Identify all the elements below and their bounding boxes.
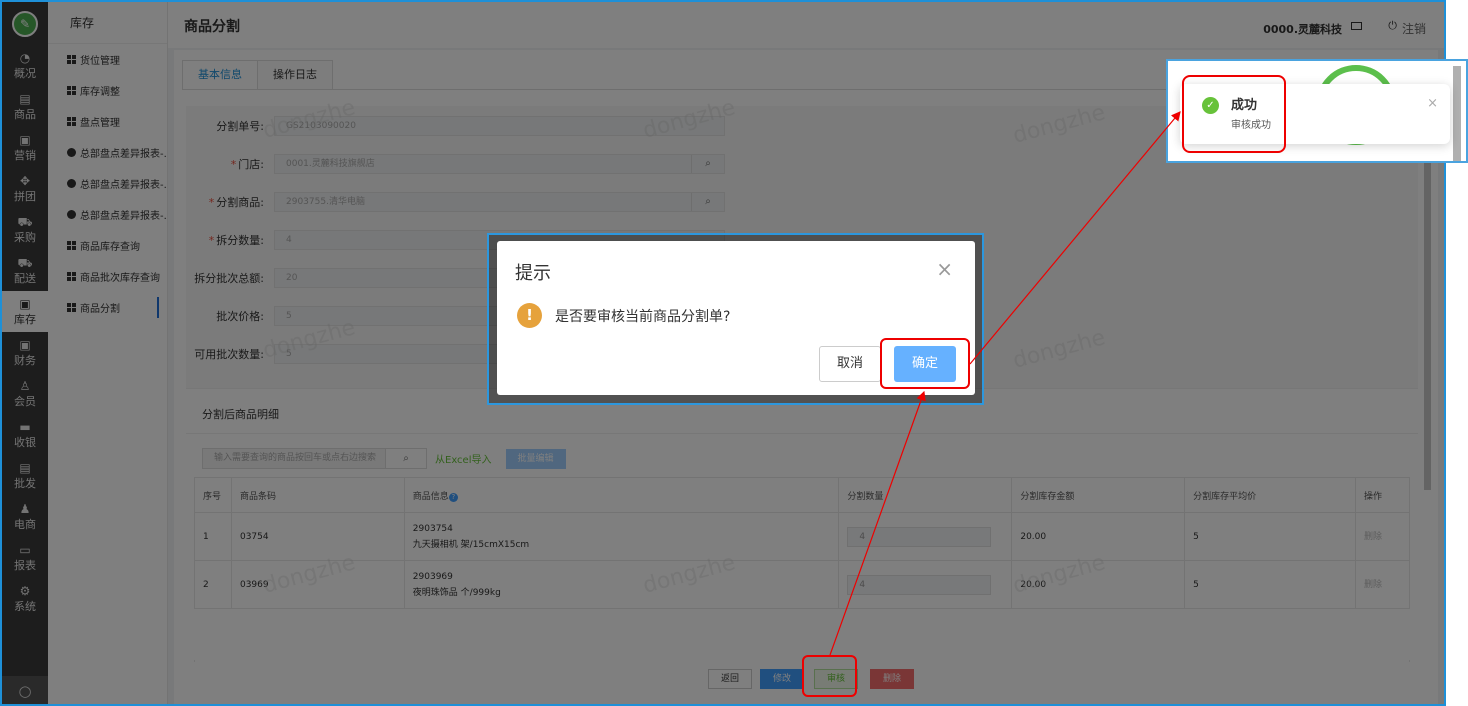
close-icon[interactable]: × (936, 257, 953, 281)
warning-icon: ! (517, 303, 542, 328)
dialog-message: 是否要审核当前商品分割单? (555, 309, 731, 325)
notification-highlight (1182, 75, 1286, 153)
callout-scrollbar (1453, 66, 1461, 161)
confirm-highlight (880, 338, 970, 389)
approve-highlight (802, 655, 857, 697)
cancel-button[interactable]: 取消 (819, 346, 881, 382)
close-icon[interactable]: × (1427, 96, 1438, 111)
dialog-title: 提示 (515, 263, 551, 284)
